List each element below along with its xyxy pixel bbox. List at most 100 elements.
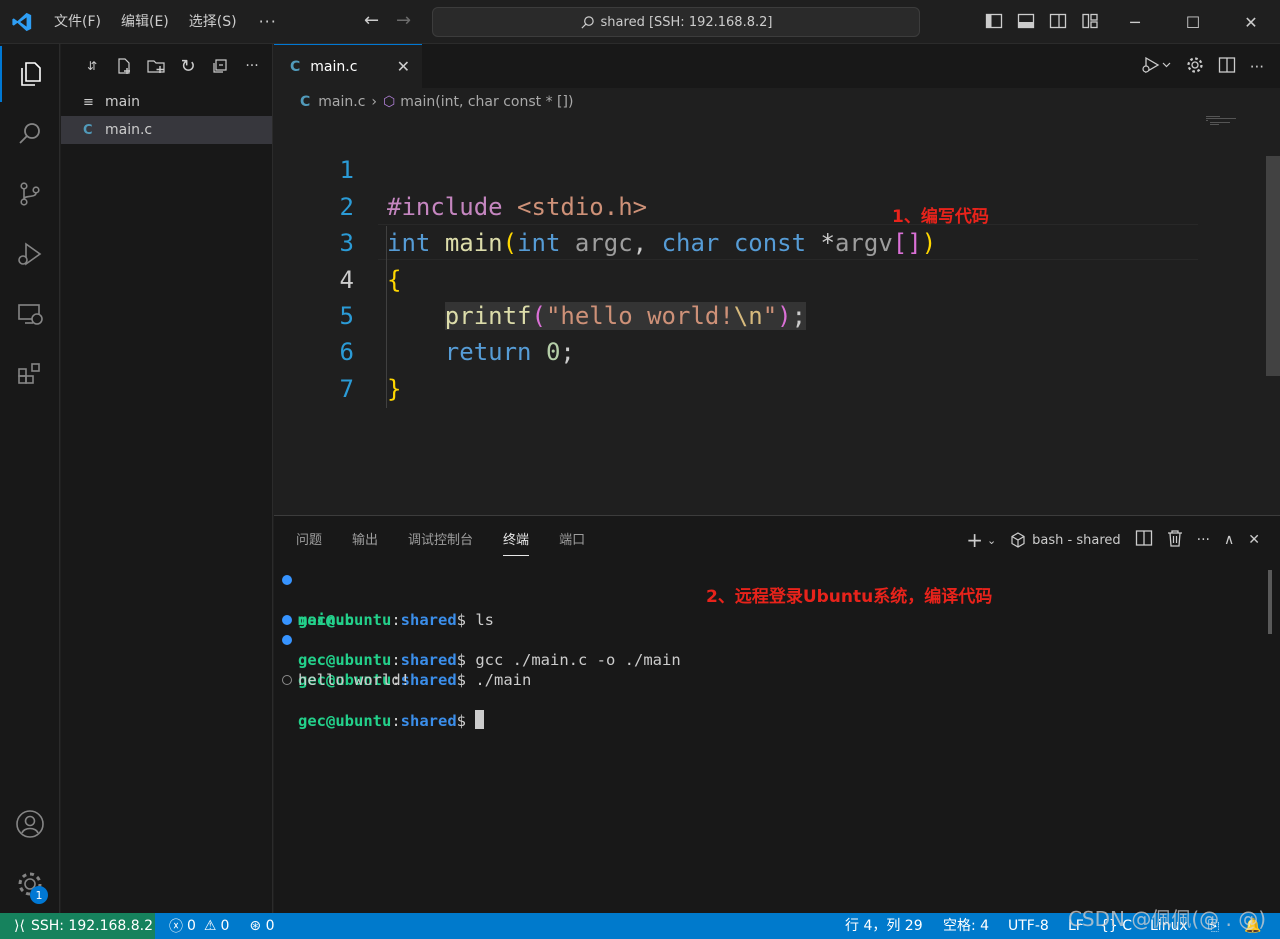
settings-gear-icon[interactable] [1186,56,1204,78]
file-item-main[interactable]: ≡ main [61,88,272,116]
tab-output[interactable]: 输出 [352,529,378,548]
activity-bar: 1 [0,44,60,913]
close-tab-icon[interactable]: ✕ [397,57,410,76]
tab-debug-console[interactable]: 调试控制台 [408,529,473,548]
forward-arrow-icon[interactable]: → [396,10,411,31]
code-line: 6 } [274,298,1280,402]
c-file-icon: C [300,94,311,110]
terminal-cursor [475,710,485,729]
ports-indicator[interactable]: ⊛ 0 [249,918,274,934]
breadcrumb-file[interactable]: main.c [318,94,365,110]
terminal-line: gec@ubuntu:shared$ [274,670,485,730]
error-icon: ⓧ [169,919,183,935]
tab-problems[interactable]: 问题 [296,529,322,548]
more-menu-button[interactable]: ··· [247,0,289,44]
code-line: 7 [274,334,1280,403]
collapse-icon[interactable]: ⇵ [81,55,103,77]
terminal-name: bash - shared [1032,532,1121,548]
manage-gear-icon[interactable]: 1 [0,856,60,912]
menu-selection[interactable]: 选择(S) [179,0,247,44]
maximize-panel-icon[interactable]: ∧ [1224,532,1234,548]
minimap[interactable] [1204,114,1264,134]
command-decoration-icon[interactable] [282,575,292,585]
breadcrumb-symbol[interactable]: main(int, char const * []) [400,94,573,110]
explorer-sidebar: ⇵ ↻ ··· ≡ main C main.c [61,44,273,913]
close-panel-icon[interactable]: ✕ [1248,532,1260,548]
csdn-watermark: CSDN @佩佩(@ . @) [1067,907,1266,931]
command-center-label: shared [SSH: 192.168.8.2] [600,14,773,30]
c-file-icon: C [83,122,93,138]
terminal-line: gec@ubuntu:shared$ gcc ./main.c -o ./mai… [274,610,681,669]
command-decoration-icon[interactable] [282,675,292,685]
breadcrumb: C main.c › ⬡ main(int, char const * []) [274,88,1280,116]
annotation-remote-compile: 2、远程登录Ubuntu系统，编译代码 [706,587,993,607]
run-debug-icon[interactable] [0,226,60,282]
close-window-button[interactable]: ✕ [1222,0,1280,44]
title-bar: 文件(F) 编辑(E) 选择(S) ··· ← → shared [SSH: 1… [0,0,1280,44]
encoding[interactable]: UTF-8 [1008,913,1049,939]
remote-explorer-icon[interactable] [0,286,60,342]
remote-indicator[interactable]: ⟩⟨ SSH: 192.168.8.2 [0,913,155,939]
terminal-scrollbar[interactable] [1268,570,1272,634]
panel-more-icon[interactable]: ··· [1197,532,1210,548]
menu-file[interactable]: 文件(F) [44,0,111,44]
explorer-toolbar: ⇵ ↻ ··· [61,44,272,88]
toggle-secondary-sidebar-icon[interactable] [1049,12,1067,30]
terminal-cube-icon [1011,532,1025,548]
symbol-method-icon: ⬡ [383,94,396,110]
new-terminal-icon[interactable]: + [966,528,983,552]
remote-icon: ⟩⟨ [14,918,25,934]
terminal-selector[interactable]: bash - shared [1010,532,1121,548]
brace-token: } [387,374,402,403]
split-editor-icon[interactable] [1218,56,1236,78]
toggle-panel-icon[interactable] [1017,12,1035,30]
menu-edit[interactable]: 编辑(E) [111,0,179,44]
line-number: 7 [339,374,354,403]
tab-ports[interactable]: 端口 [559,529,585,548]
code-editor[interactable]: 1 #include <stdio.h> 2 int main(int argc… [274,116,1280,408]
tab-main-c[interactable]: C main.c ✕ [274,44,422,88]
source-control-icon[interactable] [0,166,60,222]
back-arrow-icon[interactable]: ← [364,10,379,31]
annotation-write-code: 1、编写代码 [892,207,989,227]
minimize-button[interactable]: ─ [1106,0,1164,44]
indentation[interactable]: 空格: 4 [943,913,989,939]
toggle-primary-sidebar-icon[interactable] [985,12,1003,30]
update-badge: 1 [30,886,48,904]
command-decoration-icon[interactable] [282,615,292,625]
collapse-folders-icon[interactable] [209,55,231,77]
panel-actions: + ⌄ bash - shared ··· ∧ ✕ [966,528,1260,552]
code-line: 4 printf("hello world!\n"); [274,225,1280,330]
c-file-icon: C [290,58,301,75]
problems-indicator[interactable]: ⓧ 0 ⚠ 0 [169,916,229,936]
cursor-position[interactable]: 行 4，列 29 [845,913,923,939]
new-folder-icon[interactable] [145,55,167,77]
editor-more-icon[interactable]: ··· [1250,58,1264,76]
explorer-icon[interactable] [0,46,60,102]
terminal[interactable]: gec@ubuntu:shared$ ls main.c gec@ubuntu:… [274,570,681,730]
file-name: main [105,94,140,110]
split-terminal-icon[interactable] [1135,529,1153,551]
explorer-more-button[interactable]: ··· [241,55,263,77]
terminal-dropdown-icon[interactable]: ⌄ [987,534,996,547]
tab-terminal[interactable]: 终端 [503,529,530,556]
account-icon[interactable] [0,796,60,852]
command-decoration-icon[interactable] [282,635,292,645]
extensions-icon[interactable] [0,346,60,402]
file-name: main.c [105,122,153,138]
customize-layout-icon[interactable] [1081,12,1099,30]
code-line: 5 return 0; [274,262,1280,366]
editor-actions: ··· [1142,56,1264,78]
file-item-main-c[interactable]: C main.c [61,116,272,144]
search-icon[interactable] [0,106,60,162]
run-debug-dropdown-icon[interactable] [1142,56,1172,78]
code-line: 3 { [274,189,1280,293]
editor-scrollbar[interactable] [1266,156,1280,376]
refresh-icon[interactable]: ↻ [177,55,199,77]
code-line: 2 int main(int argc, char const *argv[]) [274,152,1280,257]
new-file-icon[interactable] [113,55,135,77]
command-center[interactable]: shared [SSH: 192.168.8.2] [432,7,920,37]
kill-terminal-icon[interactable] [1167,529,1183,551]
maximize-button[interactable]: ☐ [1164,0,1222,44]
bottom-panel: 问题 输出 调试控制台 终端 端口 + ⌄ bash - shared ··· … [274,515,1280,913]
